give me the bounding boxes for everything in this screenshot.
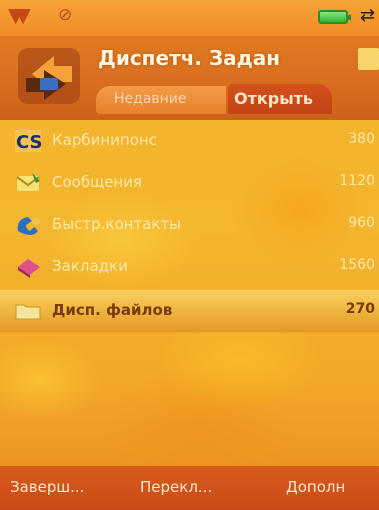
- status-bar: ▼▼ ⊘ ⇄: [0, 0, 379, 36]
- list-item-size: 270: [345, 301, 375, 317]
- phone-screen: ▼▼ ⊘ ⇄ Диспетч. Задан Недавние Открыть C…: [0, 0, 379, 510]
- list-item-size: 1120: [339, 173, 375, 189]
- tab-open[interactable]: Открыть: [228, 84, 332, 114]
- app-title: Диспетч. Задан: [98, 46, 281, 70]
- tab-open-label: Открыть: [234, 89, 314, 108]
- softkey-switch[interactable]: Перекл...: [140, 478, 212, 496]
- softkey-more[interactable]: Дополн: [286, 478, 345, 496]
- bookmarks-icon: [18, 259, 40, 278]
- list-item-contacts[interactable]: Быстр.контакты 960: [0, 204, 379, 246]
- list-item-size: 1560: [339, 257, 375, 273]
- softkey-bar: Заверш... Перекл... Дополн: [0, 466, 379, 510]
- tab-recent-label: Недавние: [114, 91, 187, 107]
- contacts-icon: [17, 217, 40, 235]
- softkey-end[interactable]: Заверш...: [10, 478, 84, 496]
- no-service-icon: ⊘: [58, 5, 73, 25]
- tab-recent[interactable]: Недавние: [96, 86, 226, 114]
- signal-icon: ▼▼: [8, 3, 31, 27]
- list-item-label: Дисп. файлов: [52, 301, 173, 319]
- list-item-bookmarks[interactable]: Закладки 1560: [0, 246, 379, 288]
- messages-icon: [16, 173, 40, 191]
- header-corner-badge: [358, 48, 379, 70]
- folder-icon: [15, 304, 41, 320]
- list-item-size: 380: [348, 131, 375, 147]
- battery-icon: [318, 10, 351, 24]
- svg-text:CS: CS: [16, 132, 42, 153]
- list-item-label: Сообщения: [52, 173, 143, 191]
- list-item-label: Закладки: [52, 257, 128, 275]
- list-item-label: Карбинипонс: [52, 131, 157, 149]
- list-item-size: 960: [348, 215, 375, 231]
- task-manager-icon: [18, 48, 80, 104]
- list-item-cs[interactable]: CS Карбинипонс 380: [0, 120, 379, 162]
- list-item-file-manager[interactable]: Дисп. файлов 270: [0, 290, 379, 332]
- list-item-label: Быстр.контакты: [52, 215, 182, 233]
- list-item-messages[interactable]: Сообщения 1120: [0, 162, 379, 204]
- cs-icon: CS: [15, 130, 42, 153]
- sync-icon: ⇄: [360, 5, 376, 26]
- header: Диспетч. Задан Недавние Открыть: [0, 36, 379, 120]
